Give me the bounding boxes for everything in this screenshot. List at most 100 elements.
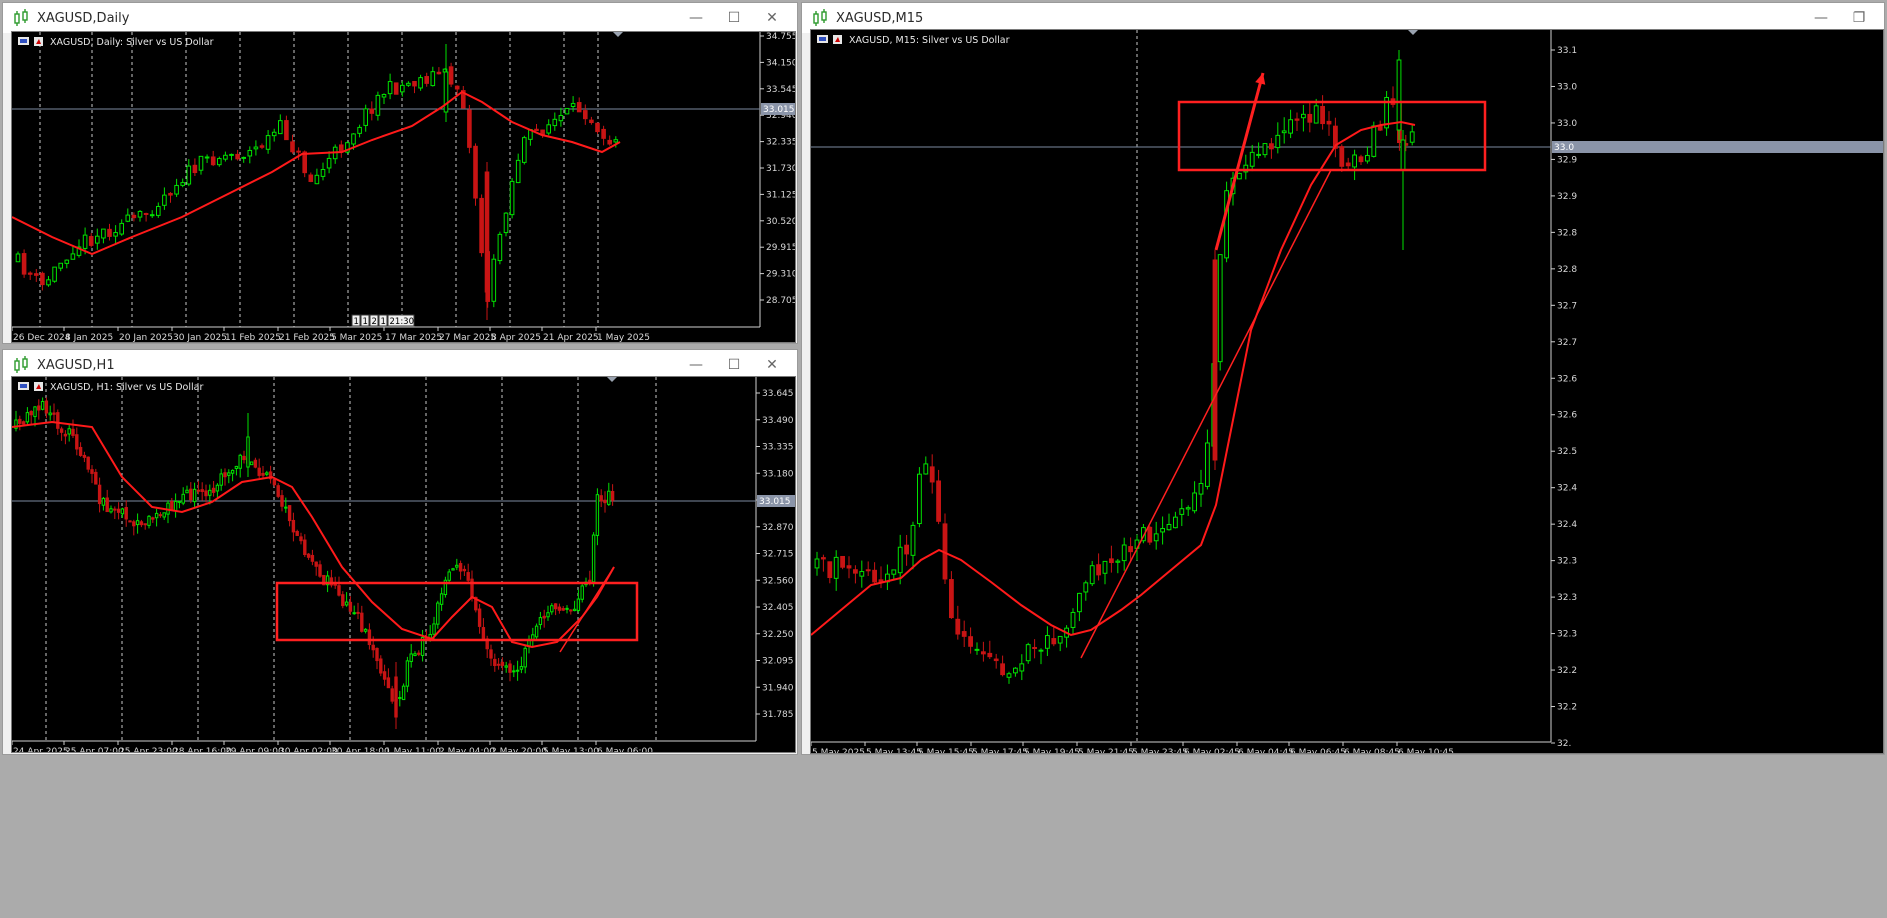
expert-advisor-icon[interactable] [34, 37, 43, 46]
bear-candle [1000, 663, 1005, 676]
expert-advisor-icon[interactable] [34, 382, 43, 391]
h1-chart-canvas[interactable]: 33.64533.49033.33533.18033.02532.87032.7… [12, 377, 795, 752]
price-tick-label: 32.9 [1557, 155, 1577, 165]
bull-candle [137, 210, 143, 218]
bull-candle [558, 114, 564, 122]
bear-candle [1147, 526, 1153, 543]
trend-line[interactable] [1080, 169, 1332, 659]
price-tick-label: 31.940 [762, 683, 794, 693]
bear-candle [168, 192, 173, 196]
bull-candle [1045, 635, 1050, 649]
bear-candle [1109, 558, 1114, 564]
bear-candle [436, 71, 442, 75]
bear-candle [291, 519, 296, 533]
bull-candle [247, 149, 253, 157]
bear-candle [356, 611, 360, 614]
bull-candle [344, 601, 349, 606]
bull-candle [1166, 523, 1172, 531]
bear-candle [272, 479, 277, 486]
bear-candle [235, 153, 240, 160]
bull-candle [357, 126, 362, 134]
bear-candle [534, 128, 539, 132]
bear-candle [493, 658, 497, 667]
daily-chart-canvas[interactable]: 34.75534.15033.54532.94032.33531.73031.1… [12, 32, 795, 342]
candlestick-app-icon [813, 9, 827, 26]
bull-candle [1057, 635, 1063, 644]
chart-shift-marker[interactable] [613, 32, 623, 37]
bear-candle [553, 603, 558, 610]
bear-candle [143, 212, 149, 215]
time-tick-label: 21 Feb 2025 [279, 333, 335, 342]
bear-candle [949, 579, 954, 619]
symbol-info-icon[interactable] [18, 382, 29, 390]
bull-candle [101, 497, 106, 506]
daily-minimize-button[interactable]: — [677, 3, 715, 33]
bull-candle [409, 653, 413, 662]
expert-advisor-icon[interactable] [833, 35, 842, 44]
time-tick-label: 6 May 06:00 [597, 747, 653, 752]
chart-shift-marker[interactable] [607, 377, 617, 382]
bear-candle [18, 418, 22, 424]
bear-candle [139, 521, 144, 526]
bull-candle [185, 489, 189, 494]
time-tick-label: 17 Mar 2025 [385, 333, 442, 342]
bull-candle [1083, 582, 1089, 593]
bear-candle [481, 627, 486, 640]
trend-arrow[interactable] [1214, 72, 1265, 251]
bear-candle [467, 109, 472, 148]
daily-title-bar[interactable]: XAGUSD,Daily — ☐ ✕ [3, 3, 797, 33]
bull-candle [208, 489, 212, 496]
bull-candle [1352, 154, 1358, 168]
chart-shift-marker[interactable] [1408, 30, 1418, 35]
bear-candle [86, 456, 90, 470]
bull-candle [923, 463, 929, 475]
bear-candle [569, 609, 573, 612]
bull-candle [1198, 482, 1204, 495]
bull-candle [418, 77, 423, 89]
m15-chart-area[interactable]: 33.1 33.0 33.0 32.9 32.9 32.8 32.8 32.7 32.7 32.6… [810, 29, 1884, 754]
bear-candle [124, 507, 128, 520]
h1-chart-area[interactable]: 33.64533.49033.33533.18033.02532.87032.7… [11, 376, 796, 753]
daily-chart-area[interactable]: 34.755 34.150 33.545 32.940 32.335 31.730 31.1… [11, 31, 796, 343]
bull-candle [70, 253, 76, 260]
bull-candle [436, 602, 440, 625]
bull-candle [241, 156, 246, 159]
bear-candle [211, 487, 216, 493]
m15-window-title: XAGUSD,M15 [836, 10, 924, 26]
bear-candle [44, 400, 49, 414]
bull-candle [515, 669, 520, 672]
bear-candle [827, 561, 833, 579]
bear-candle [462, 568, 467, 572]
symbol-info-icon[interactable] [18, 37, 29, 45]
price-tick-label: 32.9 [1557, 192, 1577, 202]
daily-close-button[interactable]: ✕ [753, 3, 791, 33]
m15-chart-canvas[interactable]: 33.133.033.032.932.932.832.832.732.732.6… [811, 30, 1883, 753]
time-tick-label: 21 Apr 2025 [543, 333, 599, 342]
bear-candle [287, 505, 292, 522]
bear-candle [170, 501, 174, 510]
bear-candle [968, 636, 973, 647]
price-tick-label: 33.1 [1557, 46, 1577, 56]
bull-candle [1275, 134, 1281, 149]
daily-maximize-button[interactable]: ☐ [715, 3, 753, 33]
bull-candle [515, 159, 521, 184]
bear-candle [454, 85, 460, 90]
symbol-info-icon[interactable] [817, 35, 828, 43]
bear-candle [448, 66, 454, 85]
bull-candle [229, 153, 234, 156]
bull-candle [238, 454, 242, 469]
bull-candle [15, 253, 21, 263]
bull-candle [1237, 172, 1242, 180]
bear-candle [561, 608, 565, 611]
bull-candle [125, 214, 131, 222]
price-tick-label: 34.755 [766, 32, 795, 42]
bear-candle [367, 629, 372, 646]
time-tick-label: 6 May 06:45 [1290, 748, 1346, 753]
bull-candle [180, 182, 185, 186]
bull-candle [223, 154, 228, 160]
bear-candle [34, 273, 39, 276]
bear-candle [479, 197, 484, 254]
consolidation-box[interactable] [1177, 100, 1487, 172]
bear-candle [204, 490, 208, 497]
bull-candle [522, 137, 527, 163]
